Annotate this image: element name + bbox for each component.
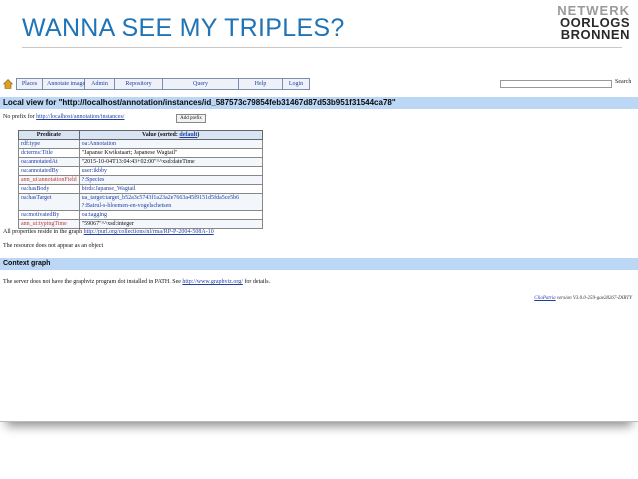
menu-places[interactable]: Places <box>17 79 43 89</box>
table-row: oa:annotatedBy user:ikbby <box>18 166 263 176</box>
prefix-notice: No prefix for http://localhost/annotatio… <box>3 114 124 120</box>
predicate-cell[interactable]: dcterms:Title <box>18 148 80 158</box>
graphviz-notice: The server does not have the graphviz pr… <box>3 279 270 285</box>
local-view-heading: Local view for "http://localhost/annotat… <box>0 97 638 109</box>
predicate-cell[interactable]: oa:annotatedAt <box>18 157 80 167</box>
value-text: "59067"^^xsd:integer <box>81 221 134 227</box>
menu-repository[interactable]: Repository <box>115 79 163 89</box>
value-cell[interactable]: user:ikbby <box>78 166 263 176</box>
predicate-cell[interactable]: rdf:type <box>18 139 80 149</box>
version-text: version V3.0.0-259-gae28267-DIRTY <box>555 296 632 301</box>
menu-bar: Places Annotate image Admin Repository Q… <box>16 78 310 90</box>
graph-info-text: All properties reside in the graph <box>3 229 84 235</box>
value-text: "2015-10-04T13:04:43+02:00"^^xsd:dateTim… <box>81 159 195 165</box>
predicate-cell[interactable]: oa:motivatedBy <box>18 210 80 220</box>
value-cell: "59067"^^xsd:integer <box>78 219 263 229</box>
value-text: ua_target:target_b52a3c5743f1a23a2e7663a… <box>81 195 240 201</box>
value-cell[interactable]: ?:Species <box>78 175 263 185</box>
prefix-text: No prefix for <box>3 114 37 120</box>
search-input[interactable] <box>500 80 612 88</box>
value-header-text: Value (sorted: <box>141 132 180 138</box>
top-navigation: Places Annotate image Admin Repository Q… <box>3 78 310 90</box>
table-row: oa:annotatedAt "2015-10-04T13:04:43+02:00… <box>18 157 263 167</box>
value-cell[interactable]: ua_target:target_b52a3c5743f1a23a2e7663a… <box>78 193 263 211</box>
add-prefix-button[interactable]: Add prefix <box>176 114 206 123</box>
logo: NETWERK OORLOGS BRONNEN <box>557 4 630 42</box>
graphviz-link[interactable]: http://www.graphviz.org/ <box>182 279 243 285</box>
logo-line-3: BRONNEN <box>560 27 630 42</box>
value-text: "Japanse Kwikstaart; Japanese Wagtail" <box>81 150 178 156</box>
menu-admin[interactable]: Admin <box>85 79 115 89</box>
table-row: ann_ui:annotationField ?:Species <box>18 175 263 185</box>
sort-default-link[interactable]: default <box>179 132 197 138</box>
value-cell[interactable]: oa:Annotation <box>78 139 263 149</box>
value-cell[interactable]: birds:Japanse_Wagtail <box>78 184 263 194</box>
menu-help[interactable]: Help <box>239 79 283 89</box>
context-graph-heading: Context graph <box>0 258 638 270</box>
table-row: ann_ui:typingTime "59067"^^xsd:integer <box>18 219 263 229</box>
prefix-link[interactable]: http://localhost/annotation/instances/ <box>36 114 124 120</box>
value-header-suffix: ) <box>197 132 200 138</box>
table-row: dcterms:Title "Japanse Kwikstaart; Japane… <box>18 148 263 158</box>
graphviz-suffix: for details. <box>242 279 271 285</box>
value-text-secondary: ?:Bairul-s-bloemen-en-vogelschetsen <box>81 203 172 209</box>
table-row: rdf:type oa:Annotation <box>18 139 263 149</box>
graphviz-text: The server does not have the graphviz pr… <box>3 279 183 285</box>
predicate-cell[interactable]: oa:hasBody <box>18 184 80 194</box>
value-text: oa:tagging <box>81 212 107 218</box>
version-footer: ClioPatria version V3.0.0-259-gae28267-D… <box>534 296 632 301</box>
value-cell: "Japanse Kwikstaart; Japanese Wagtail" <box>78 148 263 158</box>
value-cell: "2015-10-04T13:04:43+02:00"^^xsd:dateTim… <box>78 157 263 167</box>
menu-annotate-image[interactable]: Annotate image <box>43 79 85 89</box>
value-text: ?:Species <box>81 177 105 183</box>
column-header-predicate: Predicate <box>18 130 80 140</box>
menu-query[interactable]: Query <box>163 79 239 89</box>
menu-login[interactable]: Login <box>283 79 309 89</box>
graph-link[interactable]: http://purl.org/collections/nl/rma/RP-P-… <box>84 229 214 235</box>
properties-table: Predicate Value (sorted: default) rdf:ty… <box>18 130 263 229</box>
graph-info: All properties reside in the graph http:… <box>3 229 214 235</box>
object-info: The resource does not appear as an objec… <box>3 243 104 249</box>
predicate-cell[interactable]: ann_ui:typingTime <box>18 219 80 229</box>
column-header-value: Value (sorted: default) <box>78 130 263 140</box>
predicate-cell[interactable]: ann_ui:annotationField <box>18 175 80 185</box>
table-row: oa:motivatedBy oa:tagging <box>18 210 263 220</box>
cliopatria-link[interactable]: ClioPatria <box>534 296 555 301</box>
predicate-cell[interactable]: oa:annotatedBy <box>18 166 80 176</box>
cliopatria-screenshot: Places Annotate image Admin Repository Q… <box>0 74 638 422</box>
slide-title: WANNA SEE MY TRIPLES? <box>22 14 345 42</box>
title-divider <box>22 47 622 48</box>
home-icon[interactable] <box>3 79 13 89</box>
value-text: user:ikbby <box>81 168 108 174</box>
predicate-cell[interactable]: oa:hasTarget <box>18 193 80 211</box>
value-cell[interactable]: oa:tagging <box>78 210 263 220</box>
value-text: oa:Annotation <box>81 141 116 147</box>
table-row: oa:hasTarget ua_target:target_b52a3c5743f… <box>18 193 263 211</box>
search-button[interactable]: Search <box>615 79 631 85</box>
value-text: birds:Japanse_Wagtail <box>81 186 136 192</box>
table-row: oa:hasBody birds:Japanse_Wagtail <box>18 184 263 194</box>
